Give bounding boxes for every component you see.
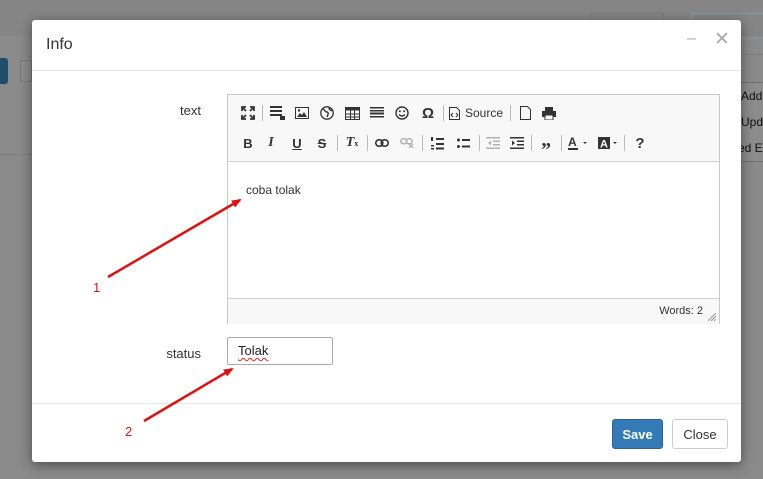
rich-text-editor: Ω Source B I U S Tx ” A A ? coba tolak W… <box>227 94 720 324</box>
background-menu-item: ed E <box>738 141 763 155</box>
editor-status-bar: Words: 2 <box>228 298 719 324</box>
text-field-label: text <box>180 103 201 118</box>
background-box <box>20 60 32 82</box>
underline-icon[interactable]: U <box>288 133 306 153</box>
modal-header: Info – ✕ <box>32 20 741 71</box>
toolbar-separator <box>337 135 338 151</box>
blockquote-icon[interactable]: ” <box>536 133 556 161</box>
toolbar-separator <box>367 135 368 151</box>
status-input-value: Tolak <box>238 343 269 358</box>
modal-footer: Save Close <box>32 403 741 463</box>
strikethrough-icon[interactable]: S <box>313 133 331 153</box>
resize-handle-icon[interactable] <box>708 313 716 321</box>
help-icon[interactable]: ? <box>630 133 650 153</box>
new-page-icon[interactable] <box>515 103 535 123</box>
horizontal-line-icon[interactable] <box>367 103 387 123</box>
svg-text:A: A <box>600 138 608 150</box>
source-button[interactable]: Source <box>449 103 509 123</box>
image-icon[interactable] <box>292 103 312 123</box>
close-button[interactable]: Close <box>672 419 728 449</box>
print-icon[interactable] <box>539 103 559 123</box>
background-color-icon[interactable]: A <box>596 133 622 153</box>
close-icon[interactable]: ✕ <box>714 28 730 51</box>
modal-title: Info <box>46 36 73 53</box>
toolbar-separator <box>510 105 511 121</box>
background-button <box>0 58 8 84</box>
background-menu-item: Add <box>741 89 763 103</box>
word-count: Words: 2 <box>659 305 703 317</box>
omega-icon[interactable]: Ω <box>418 103 438 123</box>
editor-toolbar: Ω Source B I U S Tx ” A A ? <box>228 95 719 162</box>
text-color-icon[interactable]: A <box>566 133 592 153</box>
status-field-label: status <box>166 346 201 361</box>
unlink-icon[interactable] <box>397 133 417 153</box>
toolbar-separator <box>561 135 562 151</box>
table-icon[interactable] <box>342 103 362 123</box>
status-input[interactable]: Tolak <box>227 337 333 365</box>
link-icon[interactable] <box>372 133 392 153</box>
decrease-indent-icon[interactable] <box>483 133 503 153</box>
svg-text:A: A <box>568 136 577 149</box>
bulleted-list-icon[interactable] <box>453 133 473 153</box>
background-menu-item: Upd <box>741 115 763 129</box>
maximize-icon[interactable] <box>239 103 257 123</box>
show-blocks-icon[interactable] <box>267 103 287 123</box>
background-divider <box>0 154 32 155</box>
increase-indent-icon[interactable] <box>507 133 527 153</box>
italic-icon[interactable]: I <box>262 133 280 153</box>
globe-icon[interactable] <box>317 103 337 123</box>
toolbar-separator <box>531 135 532 151</box>
remove-format-icon[interactable]: Tx <box>342 133 362 153</box>
editor-content-area[interactable]: coba tolak <box>228 162 719 298</box>
toolbar-separator <box>624 135 625 151</box>
smiley-icon[interactable] <box>392 103 412 123</box>
toolbar-separator <box>443 105 444 121</box>
save-button[interactable]: Save <box>612 419 663 449</box>
source-button-label: Source <box>465 106 504 120</box>
toolbar-separator <box>262 105 263 121</box>
numbered-list-icon[interactable] <box>427 133 447 153</box>
background-divider <box>741 54 763 55</box>
editor-text[interactable]: coba tolak <box>246 183 301 197</box>
toolbar-separator <box>479 135 480 151</box>
minimize-icon[interactable]: – <box>687 30 696 48</box>
info-modal: Info – ✕ text Ω Source B I U S T x ” A A… <box>32 20 741 462</box>
toolbar-separator <box>422 135 423 151</box>
annotation-label-2: 2 <box>125 424 133 439</box>
annotation-label-1: 1 <box>93 280 101 295</box>
bold-icon[interactable]: B <box>239 133 257 153</box>
